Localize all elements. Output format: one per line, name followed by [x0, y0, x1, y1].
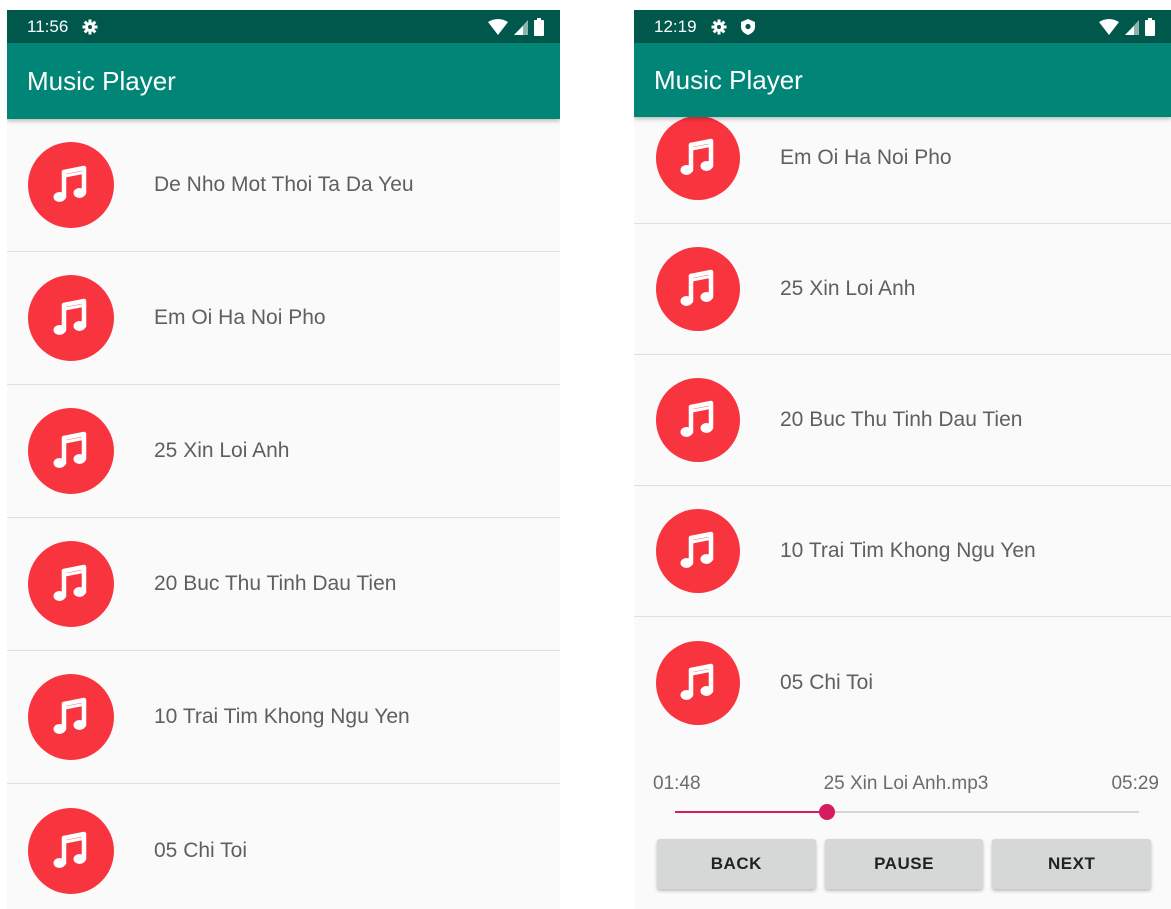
signal-icon [1125, 19, 1139, 35]
song-list-item[interactable]: Em Oi Ha Noi Pho [7, 252, 560, 385]
app-bar: Music Player [7, 43, 560, 119]
song-list-item[interactable]: 25 Xin Loi Anh [7, 385, 560, 518]
song-title: Em Oi Ha Noi Pho [780, 146, 952, 169]
song-list-item[interactable]: 20 Buc Thu Tinh Dau Tien [7, 518, 560, 651]
seek-thumb[interactable] [819, 804, 836, 820]
status-time: 12:19 [654, 16, 697, 36]
music-note-icon [28, 541, 114, 627]
phone-screen-player: 12:19 Music Player Em Oi Ha Noi Pho 25 X… [634, 10, 1171, 909]
song-list-item[interactable]: 10 Trai Tim Khong Ngu Yen [7, 651, 560, 784]
song-title: 10 Trai Tim Khong Ngu Yen [780, 539, 1036, 562]
music-note-icon [28, 674, 114, 760]
music-note-icon [28, 142, 114, 228]
song-list-item[interactable]: 05 Chi Toi [634, 617, 1171, 748]
status-indicators [488, 17, 544, 36]
player-controls: 01:48 25 Xin Loi Anh.mp3 05:29 BACK PAUS… [634, 766, 1171, 909]
shield-icon [740, 18, 755, 35]
song-title: 05 Chi Toi [154, 838, 248, 862]
song-title: 20 Buc Thu Tinh Dau Tien [780, 408, 1023, 431]
gear-icon [711, 19, 727, 34]
song-list-item[interactable]: 05 Chi Toi [7, 784, 560, 909]
app-bar: Music Player [634, 43, 1171, 117]
music-note-icon [656, 378, 740, 462]
app-title: Music Player [27, 65, 176, 96]
signal-icon [514, 19, 528, 35]
song-title: 25 Xin Loi Anh [154, 439, 290, 462]
time-row: 01:48 25 Xin Loi Anh.mp3 05:29 [634, 766, 1171, 802]
status-time: 11:56 [27, 16, 69, 36]
song-list[interactable]: Em Oi Ha Noi Pho 25 Xin Loi Anh 20 Buc T… [634, 93, 1171, 748]
status-indicators [1099, 17, 1155, 36]
song-title: De Nho Mot Thoi Ta Da Yeu [154, 173, 414, 196]
music-note-icon [28, 408, 114, 494]
song-title: 25 Xin Loi Anh [780, 277, 916, 300]
gear-icon [82, 19, 98, 34]
battery-icon [1145, 17, 1155, 36]
music-note-icon [656, 116, 740, 200]
current-time: 01:48 [653, 773, 701, 794]
phone-screen-song-list: 11:56 Music Player De Nho Mot Thoi Ta Da… [7, 10, 560, 909]
wifi-icon [488, 18, 508, 35]
pause-button[interactable]: PAUSE [824, 839, 984, 889]
status-bar: 12:19 [634, 10, 1171, 43]
song-title: 20 Buc Thu Tinh Dau Tien [154, 572, 397, 595]
music-note-icon [28, 275, 114, 361]
music-note-icon [656, 509, 740, 593]
app-title: Music Player [654, 64, 803, 95]
seek-bar[interactable] [675, 802, 1139, 822]
song-list[interactable]: De Nho Mot Thoi Ta Da Yeu Em Oi Ha Noi P… [7, 119, 560, 909]
song-list-item[interactable]: 10 Trai Tim Khong Ngu Yen [634, 486, 1171, 617]
status-bar: 11:56 [7, 10, 560, 43]
song-list-item[interactable]: 20 Buc Thu Tinh Dau Tien [634, 355, 1171, 486]
music-note-icon [656, 247, 740, 331]
song-title: 05 Chi Toi [780, 670, 874, 694]
song-title: 10 Trai Tim Khong Ngu Yen [154, 705, 410, 728]
song-list-item[interactable]: 25 Xin Loi Anh [634, 224, 1171, 355]
wifi-icon [1099, 18, 1119, 35]
seek-progress [675, 811, 828, 813]
battery-icon [534, 17, 544, 36]
music-note-icon [656, 640, 740, 725]
now-playing-title: 25 Xin Loi Anh.mp3 [823, 773, 989, 794]
music-note-icon [28, 807, 114, 894]
next-button[interactable]: NEXT [992, 839, 1152, 889]
back-button[interactable]: BACK [657, 839, 816, 889]
playback-buttons: BACK PAUSE NEXT [634, 839, 1171, 889]
song-list-item[interactable]: De Nho Mot Thoi Ta Da Yeu [7, 119, 560, 252]
song-title: Em Oi Ha Noi Pho [154, 306, 326, 329]
total-time: 05:29 [1111, 773, 1159, 794]
